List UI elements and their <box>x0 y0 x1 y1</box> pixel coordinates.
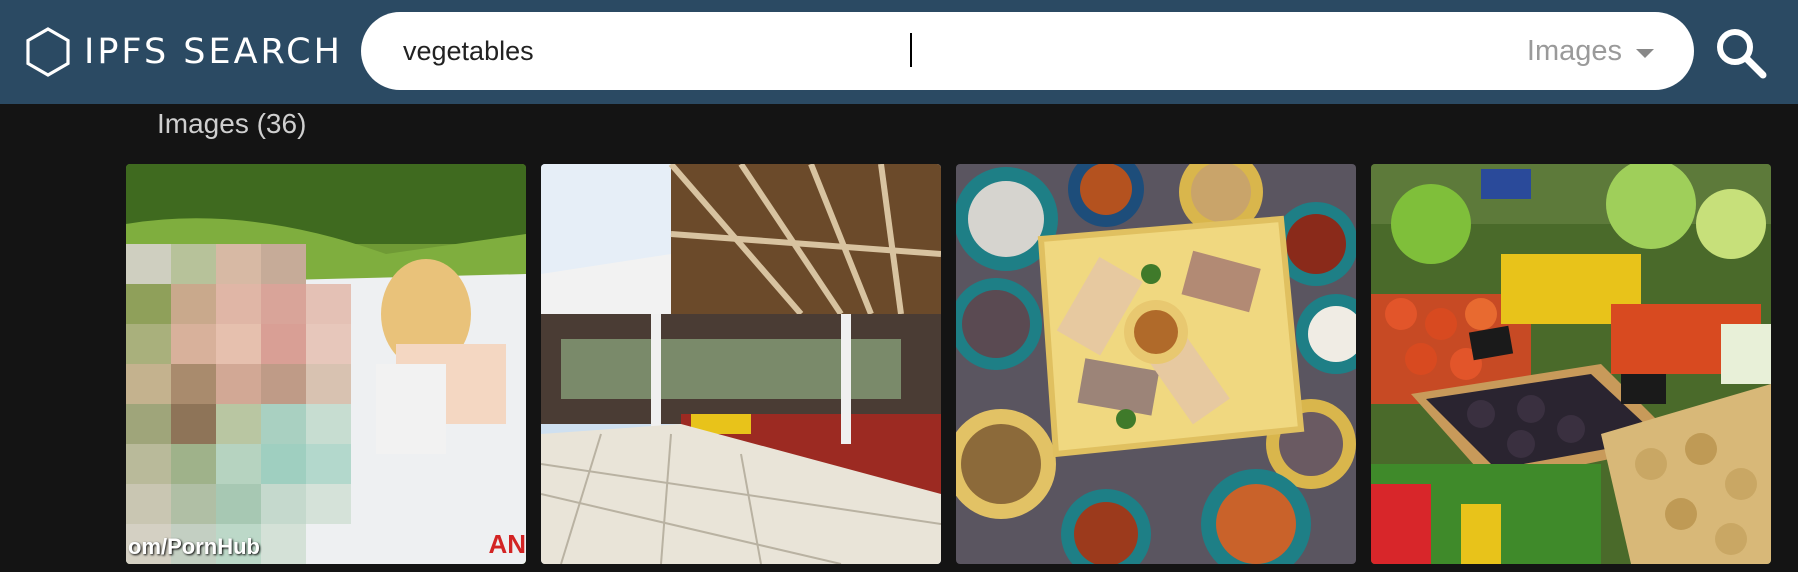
search-input[interactable] <box>403 27 1403 75</box>
watermark-text: om/PornHub <box>128 534 260 559</box>
top-bar: IPFS SEARCH Images <box>0 0 1798 104</box>
result-image <box>956 164 1356 564</box>
text-caret <box>910 33 912 67</box>
image-result-1[interactable]: om/PornHub AN <box>126 164 526 564</box>
type-select[interactable]: Images <box>1527 12 1654 90</box>
watermark-logo: AN <box>488 529 526 559</box>
logo[interactable]: IPFS SEARCH <box>24 26 343 78</box>
chevron-down-icon <box>1636 48 1654 58</box>
result-image <box>126 164 526 564</box>
logo-text: IPFS SEARCH <box>84 32 343 72</box>
type-select-value: Images <box>1526 34 1622 67</box>
hexagon-icon <box>26 27 70 77</box>
search-icon[interactable] <box>1712 24 1770 82</box>
result-image <box>541 164 941 564</box>
image-result-2[interactable] <box>541 164 941 564</box>
search-box: Images <box>361 12 1694 90</box>
image-result-3[interactable] <box>956 164 1356 564</box>
results-title: Images (36) <box>157 108 307 139</box>
image-result-4[interactable] <box>1371 164 1771 564</box>
result-image <box>1371 164 1771 564</box>
